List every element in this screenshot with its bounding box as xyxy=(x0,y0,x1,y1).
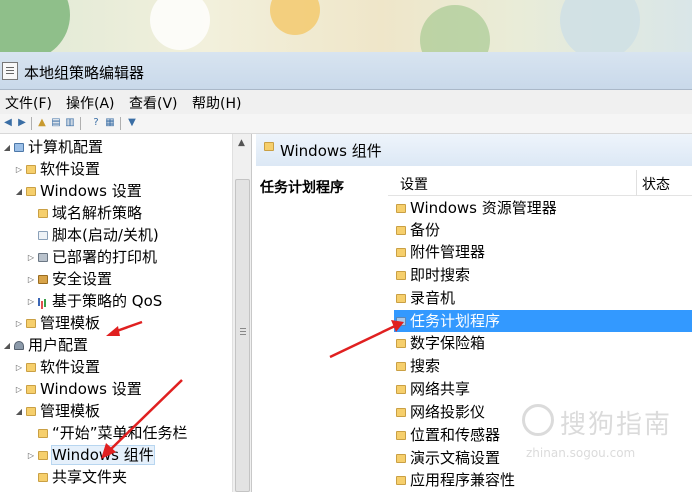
folder-icon xyxy=(396,431,406,440)
list-item[interactable]: 网络共享 xyxy=(394,378,692,400)
folder-icon xyxy=(396,339,406,348)
menu-bar: 文件(F) 操作(A) 查看(V) 帮助(H) xyxy=(0,90,692,114)
list-item[interactable]: 即时搜索 xyxy=(394,264,692,286)
filter-icon[interactable]: ▼ xyxy=(126,117,138,129)
expand-icon[interactable]: ▷ xyxy=(26,291,36,313)
sogou-logo-icon xyxy=(522,404,554,436)
policy-editor-icon xyxy=(2,62,18,80)
tree-item-name-resolution-policy[interactable]: 域名解析策略 xyxy=(26,202,142,224)
folder-icon xyxy=(264,142,274,151)
security-icon xyxy=(38,275,48,284)
folder-icon xyxy=(26,319,36,328)
collapse-icon[interactable]: ◢ xyxy=(2,335,12,357)
chart-icon xyxy=(38,297,48,306)
column-header: 设置 状态 xyxy=(388,170,692,196)
list-item-selected[interactable]: 任务计划程序 xyxy=(394,310,692,332)
scroll-up-icon[interactable]: ▲ xyxy=(238,138,245,148)
grip-icon xyxy=(240,328,246,329)
menu-action[interactable]: 操作(A) xyxy=(66,93,115,113)
folder-icon xyxy=(26,407,36,416)
forward-icon[interactable]: ▶ xyxy=(16,117,28,129)
expand-icon[interactable]: ▷ xyxy=(14,379,24,401)
tree-item-scripts[interactable]: 脚本(启动/关机) xyxy=(26,224,159,246)
expand-icon[interactable]: ▷ xyxy=(14,357,24,379)
collapse-icon[interactable]: ◢ xyxy=(14,401,24,423)
details-title: Windows 组件 xyxy=(280,142,382,160)
menu-file[interactable]: 文件(F) xyxy=(5,93,52,113)
column-setting[interactable]: 设置 xyxy=(400,174,428,194)
tree-item-policy-qos[interactable]: ▷ 基于策略的 QoS xyxy=(26,290,162,312)
column-status[interactable]: 状态 xyxy=(642,174,670,194)
folder-icon xyxy=(26,187,36,196)
expand-icon[interactable]: ▷ xyxy=(14,313,24,335)
tree-item-software-settings[interactable]: ▷ 软件设置 xyxy=(14,158,100,180)
back-icon[interactable]: ◀ xyxy=(2,117,14,129)
tree-item-start-menu-taskbar[interactable]: “开始”菜单和任务栏 xyxy=(26,422,188,444)
tree-item-security-settings[interactable]: ▷ 安全设置 xyxy=(26,268,112,290)
tree-item-windows-components[interactable]: ▷ Windows 组件 xyxy=(26,444,155,467)
collapse-icon[interactable]: ◢ xyxy=(2,137,12,159)
folder-icon xyxy=(396,317,406,326)
folder-icon xyxy=(396,248,406,257)
properties-icon[interactable]: ▦ xyxy=(104,117,116,129)
tree-item-user-config[interactable]: ◢ 用户配置 xyxy=(2,334,88,356)
title-bar[interactable]: 本地组策略编辑器 xyxy=(0,52,692,90)
folder-icon xyxy=(396,204,406,213)
folder-icon xyxy=(396,226,406,235)
document-icon xyxy=(38,231,48,240)
collapse-icon[interactable]: ◢ xyxy=(14,181,24,203)
printer-icon xyxy=(38,253,48,262)
list-item[interactable]: 搜索 xyxy=(394,355,692,377)
show-hide-tree-icon[interactable]: ▤ xyxy=(50,117,62,129)
expand-icon[interactable]: ▷ xyxy=(26,247,36,269)
list-item[interactable]: 数字保险箱 xyxy=(394,332,692,354)
folder-icon xyxy=(396,454,406,463)
folder-icon xyxy=(26,165,36,174)
tree-item-windows-settings[interactable]: ◢ Windows 设置 xyxy=(14,180,142,202)
description-title: 任务计划程序 xyxy=(260,180,344,196)
folder-icon xyxy=(396,385,406,394)
tree-item-deployed-printers[interactable]: ▷ 已部署的打印机 xyxy=(26,246,157,268)
tree-item-shared-folders[interactable]: 共享文件夹 xyxy=(26,466,127,488)
list-item[interactable]: 应用程序兼容性 xyxy=(394,469,692,491)
expand-icon[interactable]: ▷ xyxy=(26,445,36,467)
sogou-watermark: 搜狗指南 zhinan.sogou.com xyxy=(522,398,682,468)
scroll-thumb[interactable] xyxy=(235,179,250,492)
folder-icon xyxy=(396,476,406,485)
folder-icon xyxy=(38,209,48,218)
folder-icon xyxy=(26,385,36,394)
tree-item-admin-templates-computer[interactable]: ▷ 管理模板 xyxy=(14,312,100,334)
details-header: Windows 组件 xyxy=(256,134,692,166)
folder-icon xyxy=(396,271,406,280)
user-icon xyxy=(14,341,24,350)
menu-view[interactable]: 查看(V) xyxy=(129,93,178,113)
folder-icon xyxy=(26,363,36,372)
up-folder-icon[interactable]: ▲ xyxy=(36,117,48,129)
list-item[interactable]: 附件管理器 xyxy=(394,241,692,263)
toolbar: ◀ ▶ ▲ ▤ ▥ ? ▦ ▼ xyxy=(0,114,692,134)
tree-item-user-windows-settings[interactable]: ▷ Windows 设置 xyxy=(14,378,142,400)
help-icon[interactable]: ? xyxy=(90,117,102,129)
folder-icon xyxy=(38,473,48,482)
tree-item-computer-config[interactable]: ◢ 计算机配置 xyxy=(2,136,103,158)
folder-icon xyxy=(38,451,48,460)
folder-icon xyxy=(396,294,406,303)
folder-icon xyxy=(396,362,406,371)
expand-icon[interactable]: ▷ xyxy=(26,269,36,291)
export-list-icon[interactable]: ▥ xyxy=(64,117,76,129)
list-item[interactable]: 备份 xyxy=(394,219,692,241)
tree-scrollbar[interactable]: ▲ xyxy=(232,134,251,492)
list-item[interactable]: 录音机 xyxy=(394,287,692,309)
list-item[interactable]: Windows 资源管理器 xyxy=(394,197,692,219)
expand-icon[interactable]: ▷ xyxy=(14,159,24,181)
tree-item-user-software-settings[interactable]: ▷ 软件设置 xyxy=(14,356,100,378)
window-title: 本地组策略编辑器 xyxy=(24,64,145,82)
desktop-wallpaper xyxy=(0,0,692,52)
folder-icon xyxy=(396,408,406,417)
tree-item-user-admin-templates[interactable]: ◢ 管理模板 xyxy=(14,400,100,422)
computer-icon xyxy=(14,143,24,152)
console-tree: ◢ 计算机配置 ▷ 软件设置 ◢ Windows 设置 域名解析策略 脚本(启动/关机… xyxy=(0,134,252,492)
menu-help[interactable]: 帮助(H) xyxy=(192,93,241,113)
folder-icon xyxy=(38,429,48,438)
